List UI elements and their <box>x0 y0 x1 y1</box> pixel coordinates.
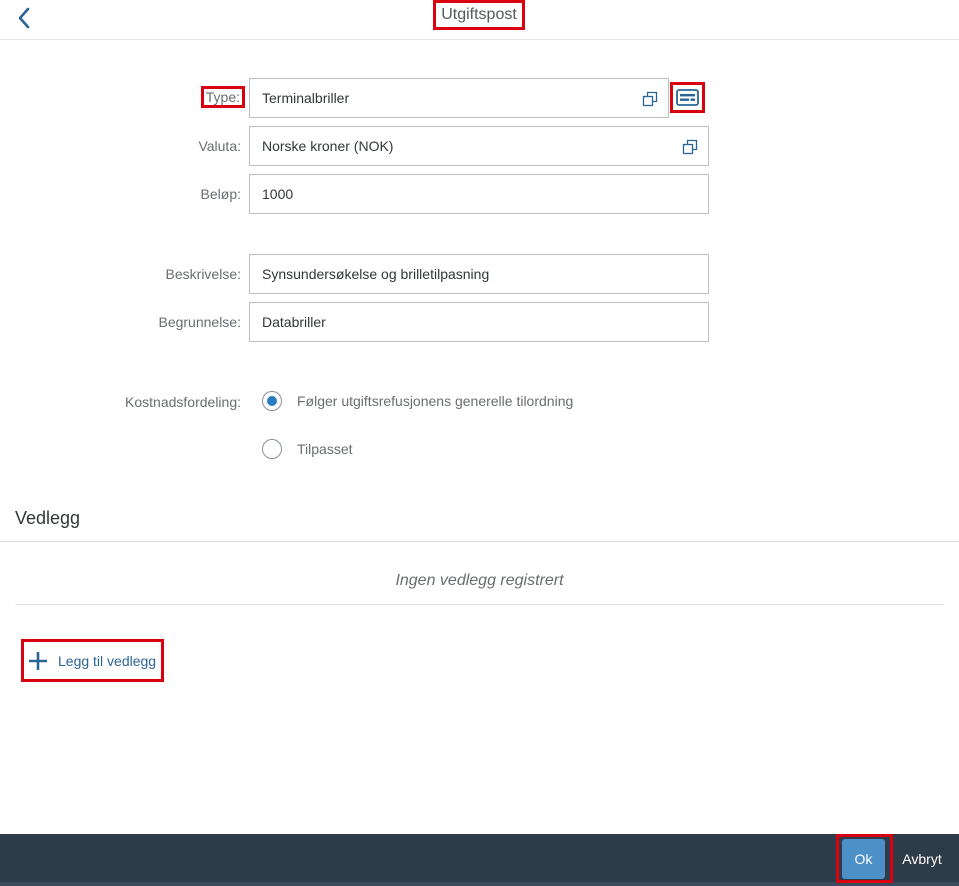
cost-distribution-label: Kostnadsfordeling: <box>125 394 241 410</box>
value-help-icon[interactable] <box>642 91 658 107</box>
radio-option-general[interactable]: Følger utgiftsrefusjonens generelle tilo… <box>262 391 573 411</box>
currency-field[interactable] <box>249 126 709 166</box>
currency-input[interactable] <box>250 127 708 165</box>
divider <box>15 604 944 605</box>
footer-edge <box>0 882 959 886</box>
page-title: Utgiftspost <box>433 0 525 30</box>
radio-selected[interactable] <box>262 391 282 411</box>
radio-option-label: Tilpasset <box>297 441 353 457</box>
justification-field[interactable] <box>249 302 709 342</box>
description-field[interactable] <box>249 254 709 294</box>
plus-icon <box>29 651 47 670</box>
currency-label: Valuta: <box>198 138 241 154</box>
chevron-left-icon <box>18 7 30 29</box>
type-input[interactable] <box>250 79 668 117</box>
amount-input[interactable] <box>250 175 708 213</box>
cancel-button[interactable]: Avbryt <box>896 839 948 879</box>
justification-input[interactable] <box>250 303 708 341</box>
add-attachment-label: Legg til vedlegg <box>58 652 157 669</box>
description-input[interactable] <box>250 255 708 293</box>
radio-option-label: Følger utgiftsrefusjonens generelle tilo… <box>297 393 574 409</box>
amount-label: Beløp: <box>200 186 241 202</box>
card-button[interactable] <box>670 82 705 113</box>
footer-toolbar <box>0 834 959 886</box>
divider <box>0 541 959 542</box>
header-bar: Utgiftspost <box>0 0 959 40</box>
empty-attachments-text: Ingen vedlegg registrert <box>395 572 564 589</box>
back-button[interactable] <box>10 4 38 32</box>
description-label: Beskrivelse: <box>165 266 241 282</box>
type-field[interactable] <box>249 78 669 118</box>
card-icon <box>676 89 699 106</box>
amount-field[interactable] <box>249 174 709 214</box>
add-attachment-button[interactable]: Legg til vedlegg <box>21 639 164 682</box>
radio-unselected[interactable] <box>262 439 282 459</box>
value-help-icon[interactable] <box>682 139 698 155</box>
attachments-title: Vedlegg <box>15 508 81 528</box>
justification-label: Begrunnelse: <box>158 314 241 330</box>
radio-option-custom[interactable]: Tilpasset <box>262 439 353 459</box>
ok-button[interactable]: Ok <box>842 839 885 879</box>
type-label: Type: <box>200 86 246 108</box>
